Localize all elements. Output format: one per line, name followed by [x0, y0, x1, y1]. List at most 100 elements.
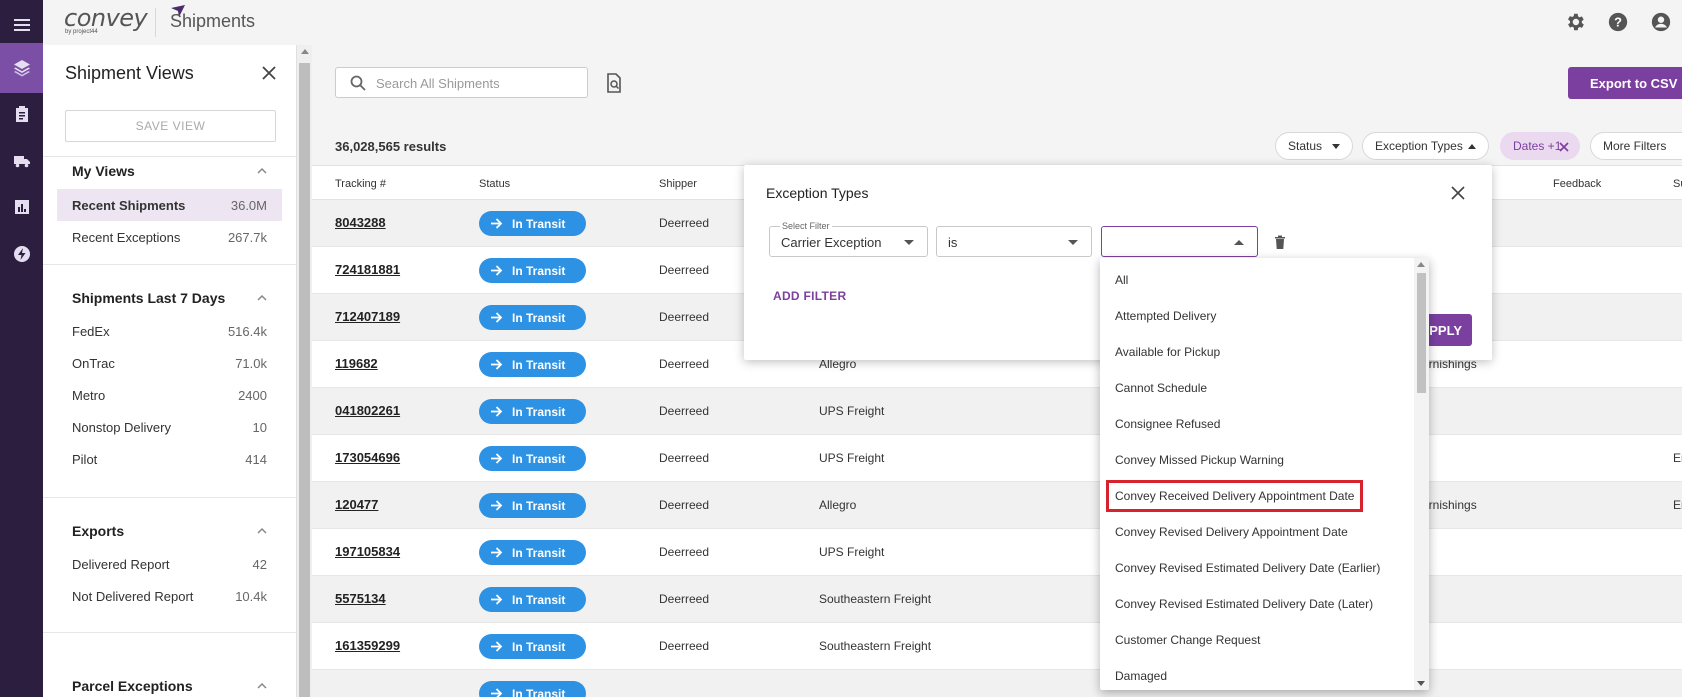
close-icon[interactable] — [1451, 186, 1465, 200]
exception-option[interactable]: Customer Change Request — [1100, 622, 1414, 658]
view-recent-exceptions[interactable]: Recent Exceptions 267.7k — [57, 221, 282, 253]
section-header-last-7-days[interactable]: Shipments Last 7 Days — [72, 290, 225, 306]
search-input[interactable] — [376, 73, 576, 93]
chevron-up-icon[interactable] — [256, 525, 268, 537]
exception-option[interactable]: Available for Pickup — [1100, 334, 1414, 370]
saved-search-icon[interactable] — [605, 73, 623, 93]
tracking-number-link[interactable]: 8043288 — [335, 215, 386, 230]
status-badge: In Transit — [479, 681, 586, 697]
search-box[interactable] — [335, 67, 588, 98]
exception-option[interactable]: Convey Revised Estimated Delivery Date (… — [1100, 550, 1414, 586]
shipper-cell: Deerreed — [659, 592, 710, 606]
bolt-icon — [13, 246, 30, 262]
table-row[interactable]: 161359299 In Transit Deerreed Southeastern … — [312, 623, 1682, 670]
help-button[interactable]: ? — [1607, 11, 1629, 33]
view-ontrac[interactable]: OnTrac 71.0k — [57, 347, 282, 379]
col-feedback[interactable]: Feedback — [1553, 178, 1601, 190]
tracking-number-link[interactable]: 041802261 — [335, 403, 400, 418]
section-header-my-views[interactable]: My Views — [72, 163, 135, 179]
account-button[interactable] — [1650, 11, 1672, 33]
results-count: 36,028,565 results — [335, 139, 447, 154]
table-row[interactable]: 197105834 In Transit Deerreed UPS Freight — [312, 529, 1682, 576]
exception-option[interactable]: Consignee Refused — [1100, 406, 1414, 442]
filter-label: Status — [1288, 139, 1323, 153]
section-header-exports[interactable]: Exports — [72, 523, 124, 539]
rail-item-shipments[interactable] — [0, 43, 43, 93]
operator-dropdown[interactable]: is — [936, 226, 1092, 257]
tracking-number-link[interactable]: 197105834 — [335, 544, 400, 559]
view-count: 267.7k — [227, 229, 267, 245]
col-tracking[interactable]: Tracking # — [335, 178, 386, 190]
table-row[interactable]: 041802261 In Transit Deerreed UPS Freight — [312, 388, 1682, 435]
save-view-button[interactable]: SAVE VIEW — [65, 110, 276, 142]
filter-label: Dates +1 — [1513, 139, 1562, 153]
arrow-right-icon — [491, 500, 503, 511]
dates-filter[interactable]: Dates +1 — [1500, 132, 1580, 160]
clear-filter-icon[interactable] — [1559, 142, 1569, 152]
exception-option[interactable]: Convey Revised Estimated Delivery Date (… — [1100, 586, 1414, 622]
tracking-number-link[interactable]: 724181881 — [335, 262, 400, 277]
tracking-number-link[interactable]: 119682 — [335, 356, 378, 371]
more-filters[interactable]: More Filters — [1590, 132, 1682, 160]
scroll-up-arrow[interactable] — [1417, 262, 1425, 267]
exception-option[interactable]: Cannot Schedule — [1100, 370, 1414, 406]
exception-option[interactable]: Damaged — [1100, 658, 1414, 690]
tracking-number-link[interactable]: 173054696 — [335, 450, 400, 465]
table-row[interactable]: 173054696 In Transit Deerreed UPS Freight Er — [312, 435, 1682, 482]
tracking-number-link[interactable]: 120477 — [335, 497, 378, 512]
sidebar-scrollbar[interactable] — [297, 45, 312, 697]
option-label: Damaged — [1115, 669, 1168, 683]
rail-item-analytics[interactable] — [0, 182, 43, 232]
export-csv-button[interactable]: Export to CSV — [1568, 67, 1682, 99]
status-text: In Transit — [512, 545, 566, 560]
view-nonstop-delivery[interactable]: Nonstop Delivery 10 — [57, 411, 282, 443]
scroll-down-arrow[interactable] — [1417, 681, 1425, 686]
rail-item-delivery[interactable] — [0, 136, 43, 186]
add-filter-button[interactable]: ADD FILTER — [773, 289, 846, 303]
scroll-thumb[interactable] — [299, 63, 310, 697]
delete-filter-icon[interactable] — [1272, 234, 1288, 250]
exception-option[interactable]: Convey Revised Delivery Appointment Date — [1100, 514, 1414, 550]
exception-option[interactable]: Convey Received Delivery Appointment Dat… — [1100, 478, 1414, 514]
view-count: 10.4k — [235, 588, 267, 604]
rail-item-automation[interactable] — [0, 229, 43, 279]
options-scrollbar[interactable] — [1414, 258, 1429, 690]
view-recent-shipments[interactable]: Recent Shipments 36.0M — [57, 189, 282, 221]
tracking-number-link[interactable]: 5575134 — [335, 591, 386, 606]
scroll-thumb[interactable] — [1417, 273, 1426, 393]
close-panel-icon[interactable] — [261, 65, 277, 81]
select-filter-dropdown[interactable]: Select Filter Carrier Exception — [769, 221, 928, 257]
shipper-cell: Deerreed — [659, 357, 710, 371]
exception-option[interactable]: All — [1100, 262, 1414, 298]
chevron-up-icon[interactable] — [256, 165, 268, 177]
exception-types-filter[interactable]: Exception Types — [1362, 132, 1489, 160]
chevron-up-icon[interactable] — [256, 292, 268, 304]
section-header-parcel-exceptions[interactable]: Parcel Exceptions — [72, 678, 193, 694]
col-shipper[interactable]: Shipper — [659, 178, 697, 190]
caret-down-icon — [1068, 240, 1078, 245]
table-row[interactable]: In Transit — [312, 670, 1682, 697]
scroll-up-arrow[interactable] — [301, 49, 309, 54]
view-delivered-report[interactable]: Delivered Report 42 — [57, 548, 282, 580]
view-fedex[interactable]: FedEx 516.4k — [57, 315, 282, 347]
settings-button[interactable] — [1564, 11, 1586, 33]
tracking-number-link[interactable]: 712407189 — [335, 309, 400, 324]
caret-down-icon — [1332, 144, 1340, 149]
col-su[interactable]: Su — [1673, 178, 1682, 190]
table-row[interactable]: 120477 In Transit Deerreed Allegro urnishing… — [312, 482, 1682, 529]
view-not-delivered-report[interactable]: Not Delivered Report 10.4k — [57, 580, 282, 612]
table-row[interactable]: 5575134 In Transit Deerreed Southeastern Fr… — [312, 576, 1682, 623]
rail-item-orders[interactable] — [0, 89, 43, 139]
bar-chart-icon — [14, 200, 29, 214]
exception-option[interactable]: Convey Missed Pickup Warning — [1100, 442, 1414, 478]
service-cell: Er — [1673, 498, 1682, 512]
view-pilot[interactable]: Pilot 414 — [57, 443, 282, 475]
view-metro[interactable]: Metro 2400 — [57, 379, 282, 411]
tracking-number-link[interactable]: 161359299 — [335, 638, 400, 653]
value-dropdown[interactable] — [1101, 226, 1258, 257]
exception-option[interactable]: Attempted Delivery — [1100, 298, 1414, 334]
chevron-up-icon[interactable] — [256, 680, 268, 692]
status-filter[interactable]: Status — [1275, 132, 1353, 160]
panel-title: Shipment Views — [65, 63, 194, 83]
col-status[interactable]: Status — [479, 178, 510, 190]
